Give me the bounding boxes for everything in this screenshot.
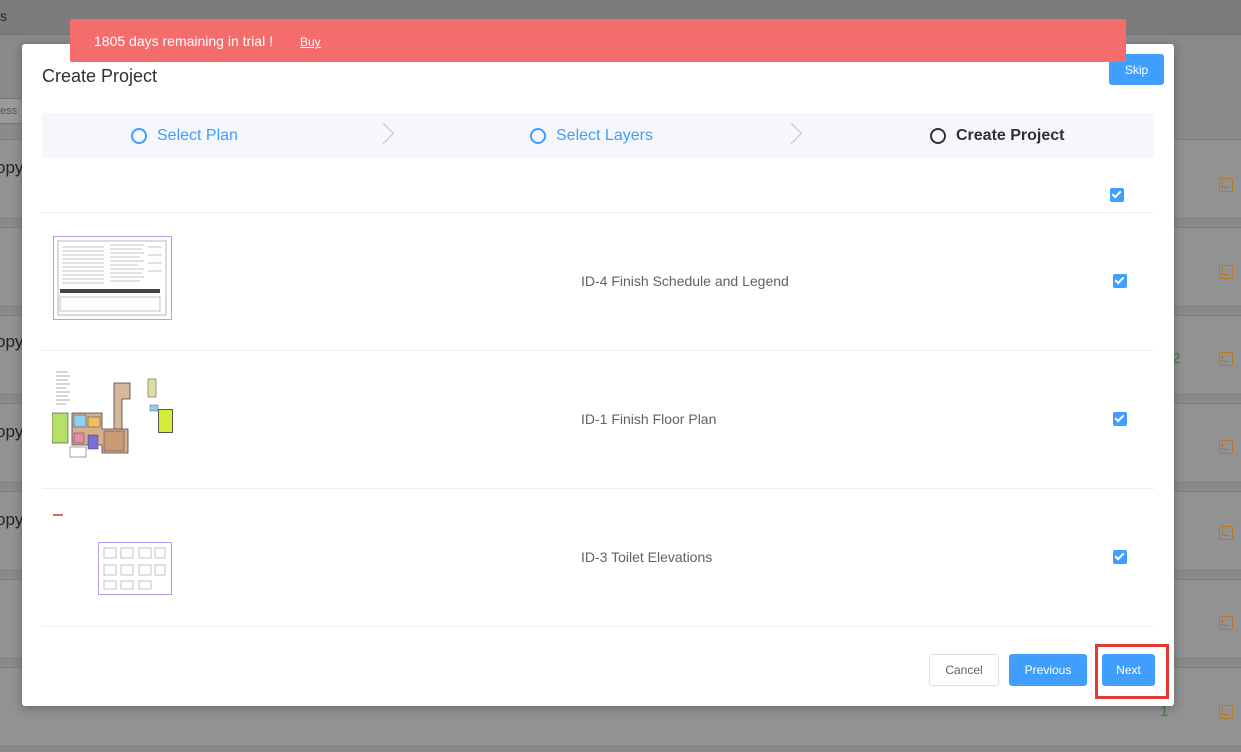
thumbnail-marker [53, 514, 63, 516]
next-button[interactable]: Next [1102, 654, 1155, 686]
edit-icon [1219, 178, 1233, 192]
edit-icon [1219, 705, 1233, 719]
sheet-thumbnail [98, 542, 172, 595]
edit-icon [1219, 352, 1233, 366]
row-checkbox[interactable] [1113, 412, 1127, 426]
step-label: Select Layers [556, 126, 653, 144]
buy-link[interactable]: Buy [300, 35, 321, 49]
step-select-plan[interactable]: Select Plan [131, 113, 238, 158]
step-circle-icon [930, 127, 946, 144]
select-all-checkbox[interactable] [1110, 188, 1124, 202]
trial-message: 1805 days remaining in trial ! [94, 33, 273, 49]
background-search-input: ess [0, 98, 23, 124]
edit-icon [1219, 526, 1233, 540]
step-circle-icon [530, 127, 546, 144]
create-project-dialog: Create Project Skip Select Plan Select L… [22, 44, 1174, 706]
edit-icon [1219, 265, 1233, 279]
divider [42, 212, 1154, 213]
background-card-text: opy [0, 510, 24, 529]
background-card-text: opy [0, 332, 24, 351]
chevron-right-icon [372, 122, 395, 145]
row-checkbox[interactable] [1113, 274, 1127, 288]
edit-icon [1219, 440, 1233, 454]
background-card-text: opy [0, 422, 24, 441]
trial-banner: 1805 days remaining in trial ! Buy [70, 19, 1126, 62]
previous-button[interactable]: Previous [1009, 654, 1087, 686]
edit-icon [1219, 616, 1233, 630]
sheet-name: ID-4 Finish Schedule and Legend [581, 273, 789, 289]
background-card-text: opy [0, 158, 24, 177]
divider [42, 488, 1154, 489]
step-select-layers[interactable]: Select Layers [530, 113, 653, 158]
dialog-title: Create Project [42, 66, 158, 86]
sheet-name: ID-1 Finish Floor Plan [581, 411, 717, 427]
step-create-project: Create Project [930, 113, 1065, 158]
background-title: s [0, 8, 7, 24]
divider [42, 626, 1154, 627]
chevron-right-icon [780, 122, 803, 145]
cancel-button[interactable]: Cancel [929, 654, 999, 686]
step-label: Select Plan [157, 126, 238, 144]
step-label: Create Project [956, 126, 1065, 144]
steps-bar: Select Plan Select Layers Create Project [42, 113, 1154, 158]
divider [42, 350, 1154, 351]
floor-plan-legend-thumbnail [158, 409, 173, 433]
sheet-name: ID-3 Toilet Elevations [581, 549, 713, 565]
sheet-thumbnail [53, 236, 172, 320]
step-circle-icon [131, 127, 147, 144]
row-checkbox[interactable] [1113, 550, 1127, 564]
